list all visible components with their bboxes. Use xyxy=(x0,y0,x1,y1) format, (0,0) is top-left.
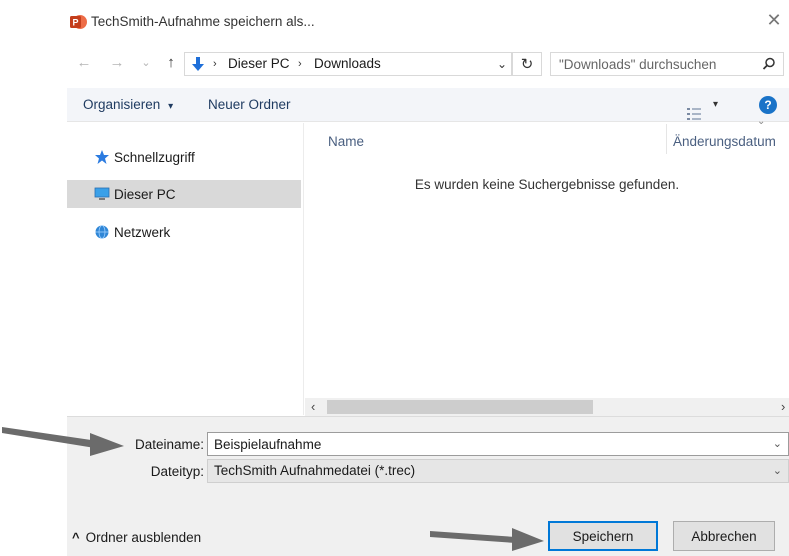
filetype-label: Dateityp: xyxy=(150,464,204,479)
change-view-button[interactable]: ▾ xyxy=(687,88,718,122)
search-input[interactable] xyxy=(551,53,751,75)
column-header-name[interactable]: Name xyxy=(328,134,364,149)
sidebar-item-network[interactable]: Netzwerk xyxy=(67,218,301,246)
horizontal-scrollbar[interactable]: ‹ › xyxy=(305,398,789,416)
address-dropdown-icon[interactable]: ⌄ xyxy=(497,53,507,75)
forward-arrow-icon: → xyxy=(109,53,125,71)
address-bar[interactable]: › Dieser PC › Downloads ⌄ xyxy=(184,52,512,76)
organize-button[interactable]: Organisieren ▾ xyxy=(83,88,173,122)
star-icon xyxy=(93,149,111,165)
download-folder-icon xyxy=(190,56,206,72)
svg-text:P: P xyxy=(72,18,78,28)
help-icon[interactable]: ? xyxy=(759,96,777,114)
filename-combobox[interactable]: ⌄ xyxy=(207,432,789,456)
breadcrumb-this-pc[interactable]: Dieser PC xyxy=(228,53,290,75)
column-header-date-modified[interactable]: Änderungsdatum xyxy=(673,134,776,149)
refresh-icon: ↻ xyxy=(520,56,534,73)
cancel-button[interactable]: Abbrechen xyxy=(673,521,775,551)
annotation-arrow-save xyxy=(430,528,544,551)
refresh-button[interactable]: ↻ xyxy=(512,52,542,76)
breadcrumb-downloads[interactable]: Downloads xyxy=(314,53,381,75)
scroll-left-icon[interactable]: ‹ xyxy=(311,398,315,416)
new-folder-button[interactable]: Neuer Ordner xyxy=(208,88,291,122)
scrollbar-thumb[interactable] xyxy=(327,400,593,414)
sidebar-item-this-pc[interactable]: Dieser PC xyxy=(67,180,301,208)
back-arrow-icon: ← xyxy=(76,53,92,71)
hide-folders-label: Ordner ausblenden xyxy=(85,530,202,545)
caret-down-icon: ▾ xyxy=(168,101,174,112)
search-icon[interactable] xyxy=(762,57,776,71)
command-toolbar: Organisieren ▾ Neuer Ordner ▾ ? xyxy=(67,88,789,122)
view-details-icon xyxy=(687,99,701,120)
up-arrow-icon: ↑ xyxy=(167,53,175,71)
computer-icon xyxy=(93,186,111,202)
sidebar-item-label: Schnellzugriff xyxy=(114,149,195,165)
annotation-arrow-filename xyxy=(2,427,124,456)
close-icon: ✕ xyxy=(766,9,782,30)
chevron-up-icon: ^ xyxy=(72,530,80,545)
scroll-right-icon[interactable]: › xyxy=(781,398,785,416)
window-title: TechSmith-Aufnahme speichern als... xyxy=(91,14,315,29)
sidebar-item-label: Dieser PC xyxy=(114,186,176,202)
breadcrumb-separator: › xyxy=(298,58,302,70)
search-box[interactable] xyxy=(550,52,784,76)
empty-results-message: Es wurden keine Suchergebnisse gefunden. xyxy=(414,177,680,192)
powerpoint-app-icon: P xyxy=(69,13,87,31)
sort-indicator-icon: ⌄ xyxy=(757,116,766,127)
up-button[interactable]: ↑ xyxy=(162,53,180,71)
filetype-select[interactable]: TechSmith Aufnahmedatei (*.trec) ⌄ xyxy=(207,459,789,483)
organize-label: Organisieren xyxy=(83,97,161,112)
column-divider[interactable] xyxy=(666,124,667,154)
sidebar-item-quick-access[interactable]: Schnellzugriff xyxy=(67,143,301,171)
recent-locations-button[interactable]: ⌄ xyxy=(137,53,155,71)
chevron-down-icon: ⌄ xyxy=(141,56,151,69)
sidebar-item-label: Netzwerk xyxy=(114,224,171,240)
chevron-down-icon[interactable]: ⌄ xyxy=(773,433,782,455)
navigation-pane: Schnellzugriff Dieser PC Netzwerk xyxy=(67,123,304,415)
hide-folders-toggle[interactable]: ^ Ordner ausblenden xyxy=(72,530,201,545)
save-button[interactable]: Speichern xyxy=(548,521,658,551)
close-button[interactable]: ✕ xyxy=(760,6,788,34)
network-icon xyxy=(93,224,111,240)
forward-button[interactable]: → xyxy=(108,53,126,71)
breadcrumb-separator: › xyxy=(213,58,217,70)
caret-down-icon: ▾ xyxy=(713,99,719,110)
chevron-down-icon: ⌄ xyxy=(772,465,782,477)
filename-input[interactable] xyxy=(208,433,768,455)
filetype-value: TechSmith Aufnahmedatei (*.trec) xyxy=(214,463,416,478)
back-button[interactable]: ← xyxy=(75,53,93,71)
